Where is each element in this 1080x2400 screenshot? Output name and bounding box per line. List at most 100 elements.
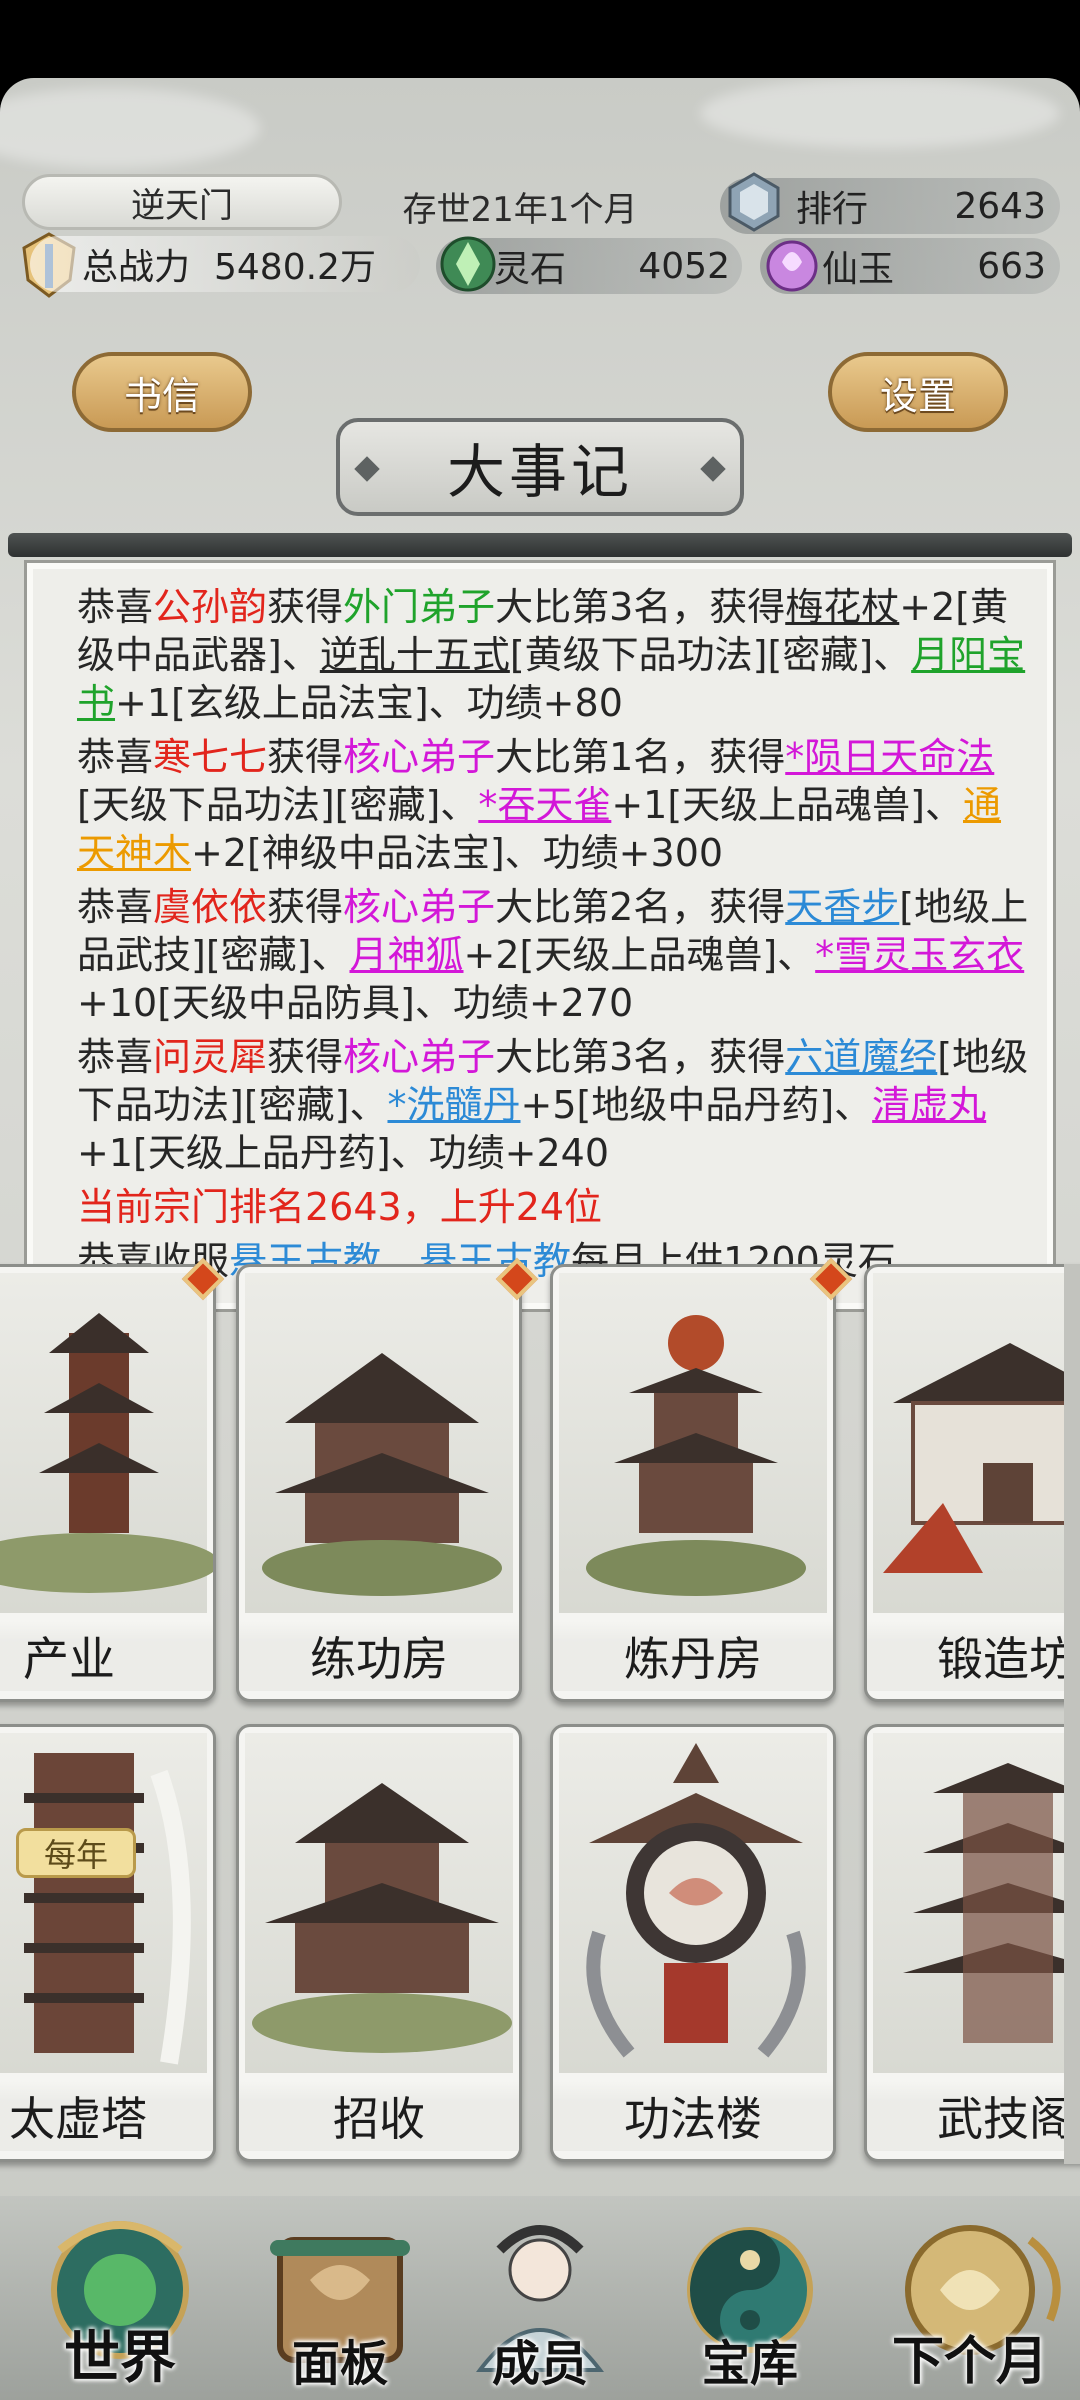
letters-button[interactable]: 书信 <box>72 352 252 432</box>
nav-panel[interactable]: 面板 <box>240 2210 440 2400</box>
technique-library-illustration <box>559 1733 827 2073</box>
alchemy-tower-icon <box>586 1315 806 1596</box>
disciple-rank: 核心弟子 <box>343 1035 496 1079</box>
log-text: +1[天级上品魂兽]、 <box>611 783 963 827</box>
building-label: 炼丹房 <box>553 1621 833 1691</box>
total-power: 总战力 5480.2万 <box>30 236 420 292</box>
recruit-hall-icon <box>252 1783 512 2053</box>
building-card-forge[interactable]: 锻造坊 <box>864 1264 1080 1702</box>
sect-name: 逆天门 <box>131 185 233 226</box>
log-text: 获得 <box>267 735 344 779</box>
disciple-name: 虞依依 <box>153 885 268 929</box>
log-text: +5[地级中品丹药]、 <box>520 1083 873 1127</box>
building-label: 太虚塔 <box>0 2081 213 2151</box>
game-screen: 逆天门 存世21年1个月 排行 2643 总战力 5480.2万 灵石 4052… <box>0 78 1080 2400</box>
rank-label: 排行 <box>796 189 869 230</box>
log-text: 大比第2名，获得 <box>495 885 786 929</box>
nav-label: 面板 <box>291 2336 388 2392</box>
nav-label: 成员 <box>491 2336 588 2392</box>
sect-name-pill[interactable]: 逆天门 <box>22 174 342 230</box>
forge-illustration <box>873 1273 1080 1613</box>
training-hall-icon <box>262 1353 502 1596</box>
item-link[interactable]: *雪灵玉玄衣 <box>815 933 1024 977</box>
log-text: +2[神级中品法宝]、功绩+300 <box>191 831 724 875</box>
rank-notice: 当前宗门排名2643，上升24位 <box>77 1185 603 1229</box>
spirit-stone-icon <box>440 236 496 292</box>
log-entry: 恭喜寒七七获得核心弟子大比第1名，获得*陨日天命法 [天级下品功法][密藏]、*吞… <box>77 733 1037 877</box>
item-link[interactable]: 清虚丸 <box>872 1083 986 1127</box>
log-text: 大比第3名，获得 <box>495 1035 786 1079</box>
building-card-martial-pavilion[interactable]: 武技阁 <box>864 1724 1080 2162</box>
tall-pagoda-icon <box>24 1753 191 2065</box>
item-link[interactable]: *陨日天命法 <box>785 735 994 779</box>
building-card-taixu-tower[interactable]: 太虚塔 <box>0 1724 216 2162</box>
building-card-technique-library[interactable]: 功法楼 <box>550 1724 836 2162</box>
power-label: 总战力 <box>82 247 191 288</box>
recruit-hall-illustration <box>245 1733 513 2073</box>
building-label: 练功房 <box>239 1621 519 1691</box>
rank-value: 2643 <box>954 185 1046 227</box>
forge-icon <box>883 1343 1080 1573</box>
item-link[interactable]: 六道魔经 <box>785 1035 937 1079</box>
building-card-recruit[interactable]: 招收 <box>236 1724 522 2162</box>
log-text: +2[天级上品魂兽]、 <box>463 933 816 977</box>
era-text: 存世21年1个月 <box>402 189 638 230</box>
edge-shade <box>1064 1264 1080 2164</box>
power-value: 5480.2万 <box>214 247 376 288</box>
yearly-badge: 每年 <box>16 1828 136 1878</box>
log-text: 恭喜 <box>77 585 154 629</box>
item-link[interactable]: 逆乱十五式 <box>320 633 510 677</box>
log-text: 获得 <box>267 1035 344 1079</box>
log-entry: 恭喜虞依依获得核心弟子大比第2名，获得天香步[地级上品武技][密藏]、月神狐+2… <box>77 883 1037 1027</box>
building-label: 锻造坊 <box>867 1621 1080 1691</box>
log-entry: 恭喜问灵犀获得核心弟子大比第3名，获得六道魔经[地级下品功法][密藏]、*洗髓丹… <box>77 1033 1037 1177</box>
nav-label: 宝库 <box>701 2336 798 2392</box>
building-card-training[interactable]: 练功房 <box>236 1264 522 1702</box>
disciple-rank: 核心弟子 <box>343 735 496 779</box>
disciple-name: 问灵犀 <box>153 1035 268 1079</box>
building-label: 武技阁 <box>867 2081 1080 2151</box>
martial-pavilion-illustration <box>873 1733 1080 2073</box>
building-card-industry[interactable]: 产业 <box>0 1264 216 1702</box>
building-card-alchemy[interactable]: 炼丹房 <box>550 1264 836 1702</box>
nav-treasury[interactable]: 宝库 <box>650 2210 850 2400</box>
log-text: [天级下品功法][密藏]、 <box>77 783 479 827</box>
log-text: 恭喜 <box>77 735 154 779</box>
log-text: 恭喜 <box>77 1035 154 1079</box>
nav-next-month[interactable]: 下个月 <box>860 2210 1080 2400</box>
chronicle-title: 大事记 <box>336 418 744 516</box>
log-text: [黄级下品功法][密藏]、 <box>509 633 912 677</box>
rank-icon <box>728 172 780 232</box>
building-label: 功法楼 <box>553 2081 833 2151</box>
nav-label: 世界 <box>64 2326 176 2391</box>
log-text: +1[天级上品丹药]、功绩+240 <box>77 1131 610 1175</box>
jade-icon <box>766 240 818 292</box>
letters-label: 书信 <box>123 373 200 418</box>
building-label: 招收 <box>239 2081 519 2151</box>
log-text: 大比第1名，获得 <box>495 735 786 779</box>
pagoda-illustration <box>0 1273 213 1613</box>
log-entry: 恭喜公孙韵获得外门弟子大比第3名，获得梅花杖+2[黄级中品武器]、逆乱十五式[黄… <box>77 583 1037 727</box>
log-text: +10[天级中品防具]、功绩+270 <box>77 981 634 1025</box>
event-log[interactable]: 恭喜公孙韵获得外门弟子大比第3名，获得梅花杖+2[黄级中品武器]、逆乱十五式[黄… <box>24 560 1056 1312</box>
jade-value: 663 <box>977 245 1046 287</box>
log-text: +1[玄级上品法宝]、功绩+80 <box>115 681 623 725</box>
scroll-rod <box>8 533 1072 557</box>
sect-age: 存世21年1个月 <box>360 178 680 234</box>
disciple-name: 寒七七 <box>153 735 268 779</box>
log-text: 获得 <box>267 585 344 629</box>
taixu-tower-illustration <box>0 1733 207 2073</box>
nav-world[interactable]: 世界 <box>20 2210 220 2400</box>
alchemy-tower-illustration <box>559 1273 827 1613</box>
item-link[interactable]: 天香步 <box>785 885 899 929</box>
item-link[interactable]: *吞天雀 <box>478 783 611 827</box>
nav-members[interactable]: 成员 <box>440 2210 640 2400</box>
disciple-rank: 外门弟子 <box>343 585 496 629</box>
cloud-decoration <box>700 78 1060 148</box>
jade-label: 仙玉 <box>822 249 895 290</box>
settings-button[interactable]: 设置 <box>828 352 1008 432</box>
item-link[interactable]: 梅花杖 <box>785 585 899 629</box>
item-link[interactable]: *洗髓丹 <box>387 1083 520 1127</box>
item-link[interactable]: 月神狐 <box>349 933 463 977</box>
spirit-stone-label: 灵石 <box>494 249 567 290</box>
